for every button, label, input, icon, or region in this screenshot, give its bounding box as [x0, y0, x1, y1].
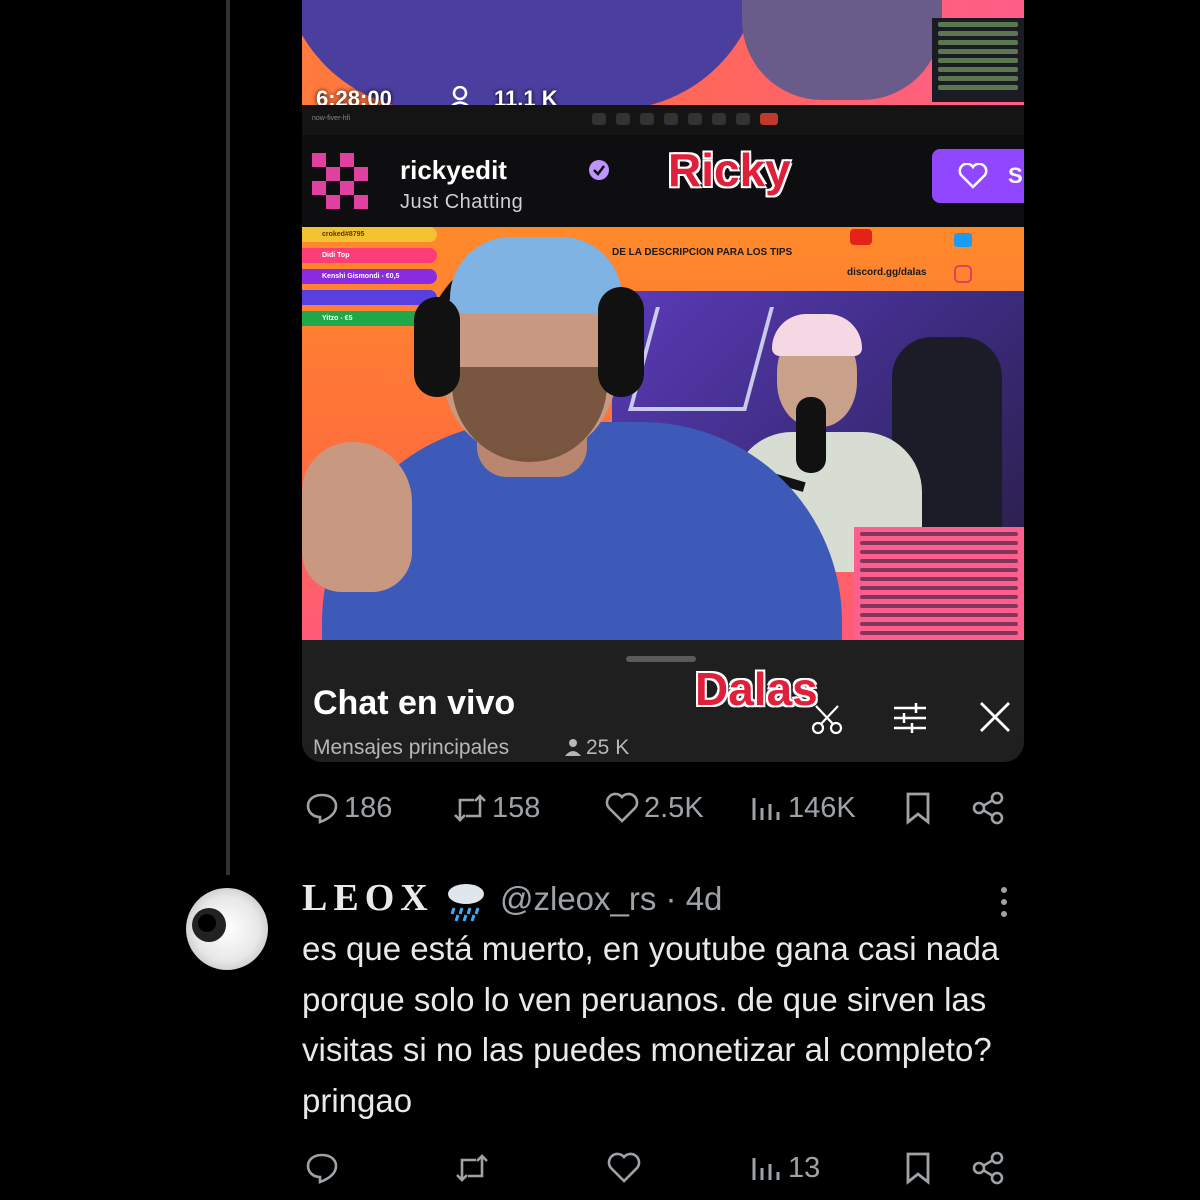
stream-video: croked#8795 Didi Top Kenshi Gismondi - €…	[302, 227, 1024, 640]
person-icon	[451, 86, 469, 105]
share-icon	[972, 1151, 1004, 1185]
thread-connector-line	[226, 0, 230, 875]
view-count: 146K	[788, 791, 856, 824]
annotation-ricky: Ricky	[668, 144, 791, 196]
reply-button[interactable]	[304, 1150, 344, 1186]
view-count: 13	[788, 1151, 821, 1184]
instagram-icon	[954, 265, 972, 283]
tweet-media-image[interactable]: 6:28:00 11.1 K now-fiver-hfi rickyedit J…	[302, 0, 1024, 762]
reply-icon	[306, 793, 338, 824]
rain-cloud-icon	[448, 884, 484, 922]
reply-text: es que está muerto, en youtube gana casi…	[302, 930, 1000, 1119]
heart-icon	[958, 163, 988, 189]
drag-handle	[626, 656, 696, 662]
bookmark-icon	[906, 792, 930, 825]
toolbar-label: now-fiver-hfi	[312, 115, 351, 122]
camera-icon	[616, 113, 630, 125]
chat-title: Chat en vivo	[313, 684, 516, 722]
close-icon	[980, 702, 1010, 732]
reply-handle-time[interactable]: @zleox_rs · 4d	[500, 880, 722, 918]
live-chat-panel: Chat en vivo Mensajes principales 25 K D…	[302, 640, 1024, 762]
share-button[interactable]	[970, 790, 1006, 826]
emoji-icon	[664, 113, 678, 125]
follow-label: S	[1008, 163, 1023, 188]
channel-header: rickyedit Just Chatting Ricky S	[302, 135, 1024, 227]
views-button[interactable]: 146K	[748, 790, 856, 826]
reply-button[interactable]: 186	[304, 790, 392, 826]
repost-button[interactable]: 158	[452, 790, 540, 826]
scissors-icon	[811, 705, 843, 735]
person-icon	[565, 739, 581, 756]
more-options-icon[interactable]	[992, 882, 1016, 922]
hand-icon	[712, 113, 726, 125]
reply-count: 186	[344, 791, 393, 824]
avatar[interactable]	[186, 888, 268, 970]
like-count: 2.5K	[644, 791, 704, 824]
bookmark-icon	[906, 1152, 930, 1185]
bookmark-button[interactable]	[900, 790, 936, 826]
call-toolbar: now-fiver-hfi	[302, 105, 1024, 135]
filter-settings-icon	[894, 703, 926, 733]
verified-icon	[589, 160, 609, 180]
analytics-icon	[752, 798, 780, 820]
heart-icon	[607, 1152, 641, 1183]
follow-button: S	[932, 149, 1024, 203]
channel-category: Just Chatting	[400, 191, 524, 213]
share-icon	[972, 791, 1004, 825]
reply-author-name[interactable]: LEOX	[302, 876, 434, 920]
guest-top	[742, 0, 942, 100]
present-icon	[688, 113, 702, 125]
hangup-icon	[760, 113, 778, 125]
main-streamer	[302, 227, 902, 640]
stream-top-crop: 6:28:00 11.1 K	[302, 0, 1024, 105]
bookmark-button[interactable]	[900, 1150, 936, 1186]
analytics-icon	[752, 1158, 780, 1180]
twitter-icon	[954, 233, 972, 247]
mic-icon	[592, 113, 606, 125]
stream-viewer-count: 11.1 K	[494, 86, 558, 105]
repost-count: 158	[492, 791, 541, 824]
views-button[interactable]: 13	[748, 1150, 820, 1186]
stream-uptime: 6:28:00	[316, 86, 392, 105]
annotation-dalas: Dalas	[695, 663, 818, 715]
call-controls	[592, 113, 778, 125]
like-button[interactable]	[606, 1150, 646, 1186]
repost-icon	[456, 1154, 488, 1182]
repost-button[interactable]	[454, 1150, 494, 1186]
captions-icon	[640, 113, 654, 125]
heart-icon	[605, 792, 639, 823]
chat-subtitle: Mensajes principales	[313, 736, 510, 759]
like-button[interactable]: 2.5K	[604, 790, 704, 826]
channel-avatar	[312, 153, 368, 209]
channel-name: rickyedit	[400, 155, 507, 185]
repost-icon	[454, 794, 486, 822]
reply-icon	[306, 1153, 338, 1184]
more-icon	[736, 113, 750, 125]
share-button[interactable]	[970, 1150, 1006, 1186]
chat-viewer-count: 25 K	[586, 736, 630, 759]
mini-chat-overlay	[932, 18, 1024, 102]
